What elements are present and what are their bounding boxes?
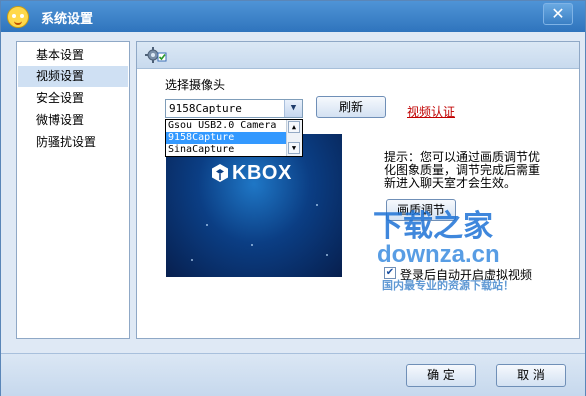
sidebar: 基本设置 视频设置 安全设置 微博设置 防骚扰设置 bbox=[16, 41, 130, 339]
camera-select[interactable]: 9158Capture ▼ bbox=[165, 99, 303, 118]
sidebar-item-weibo[interactable]: 微博设置 bbox=[18, 110, 128, 131]
scroll-up-icon[interactable]: ▲ bbox=[288, 121, 300, 133]
video-verify-link[interactable]: 视频认证 bbox=[407, 103, 455, 120]
camera-dropdown-list[interactable]: Gsou USB2.0 Camera 9158Capture SinaCaptu… bbox=[165, 119, 303, 157]
sidebar-item-anti-harass[interactable]: 防骚扰设置 bbox=[18, 132, 128, 153]
tip-text: 提示：您可以通过画质调节优化图象质量，调节完成后需重新进入聊天室才会生效。 bbox=[384, 150, 541, 190]
camera-selected-value: 9158Capture bbox=[169, 102, 242, 115]
watermark-domain: downza.cn bbox=[377, 241, 500, 268]
camera-label: 选择摄像头 bbox=[165, 78, 226, 92]
cancel-button[interactable]: 取 消 bbox=[496, 364, 566, 387]
scroll-down-icon[interactable]: ▼ bbox=[288, 142, 300, 154]
camera-option[interactable]: Gsou USB2.0 Camera bbox=[166, 120, 286, 132]
chevron-down-icon[interactable]: ▼ bbox=[284, 100, 302, 117]
refresh-button[interactable]: 刷新 bbox=[316, 96, 386, 118]
ok-button[interactable]: 确 定 bbox=[406, 364, 476, 387]
sidebar-item-security[interactable]: 安全设置 bbox=[18, 88, 128, 109]
sidebar-item-video[interactable]: 视频设置 bbox=[18, 66, 128, 87]
camera-option-selected[interactable]: 9158Capture bbox=[166, 132, 286, 144]
app-logo-icon bbox=[7, 6, 29, 28]
panel-header bbox=[137, 42, 579, 69]
watermark-slogan: 国内最专业的资源下载站！ bbox=[382, 280, 514, 292]
gear-icon bbox=[145, 47, 167, 63]
window-title: 系统设置 bbox=[41, 12, 94, 27]
dropdown-scrollbar[interactable]: ▲ ▼ bbox=[286, 120, 302, 156]
watermark-title: 下载之家 bbox=[373, 210, 493, 243]
preview-brand-text: KBOX bbox=[232, 162, 292, 184]
title-bar[interactable]: 系统设置 ✕ bbox=[1, 1, 585, 32]
footer-bar: 确 定 取 消 bbox=[1, 353, 585, 396]
sidebar-item-basic[interactable]: 基本设置 bbox=[18, 45, 128, 66]
settings-window: 系统设置 ✕ 基本设置 视频设置 安全设置 微博设置 防骚扰设置 选择摄像头 9… bbox=[0, 0, 586, 396]
kbox-cube-icon bbox=[212, 164, 228, 182]
camera-option[interactable]: SinaCapture bbox=[166, 144, 286, 156]
close-button[interactable]: ✕ bbox=[543, 3, 573, 25]
